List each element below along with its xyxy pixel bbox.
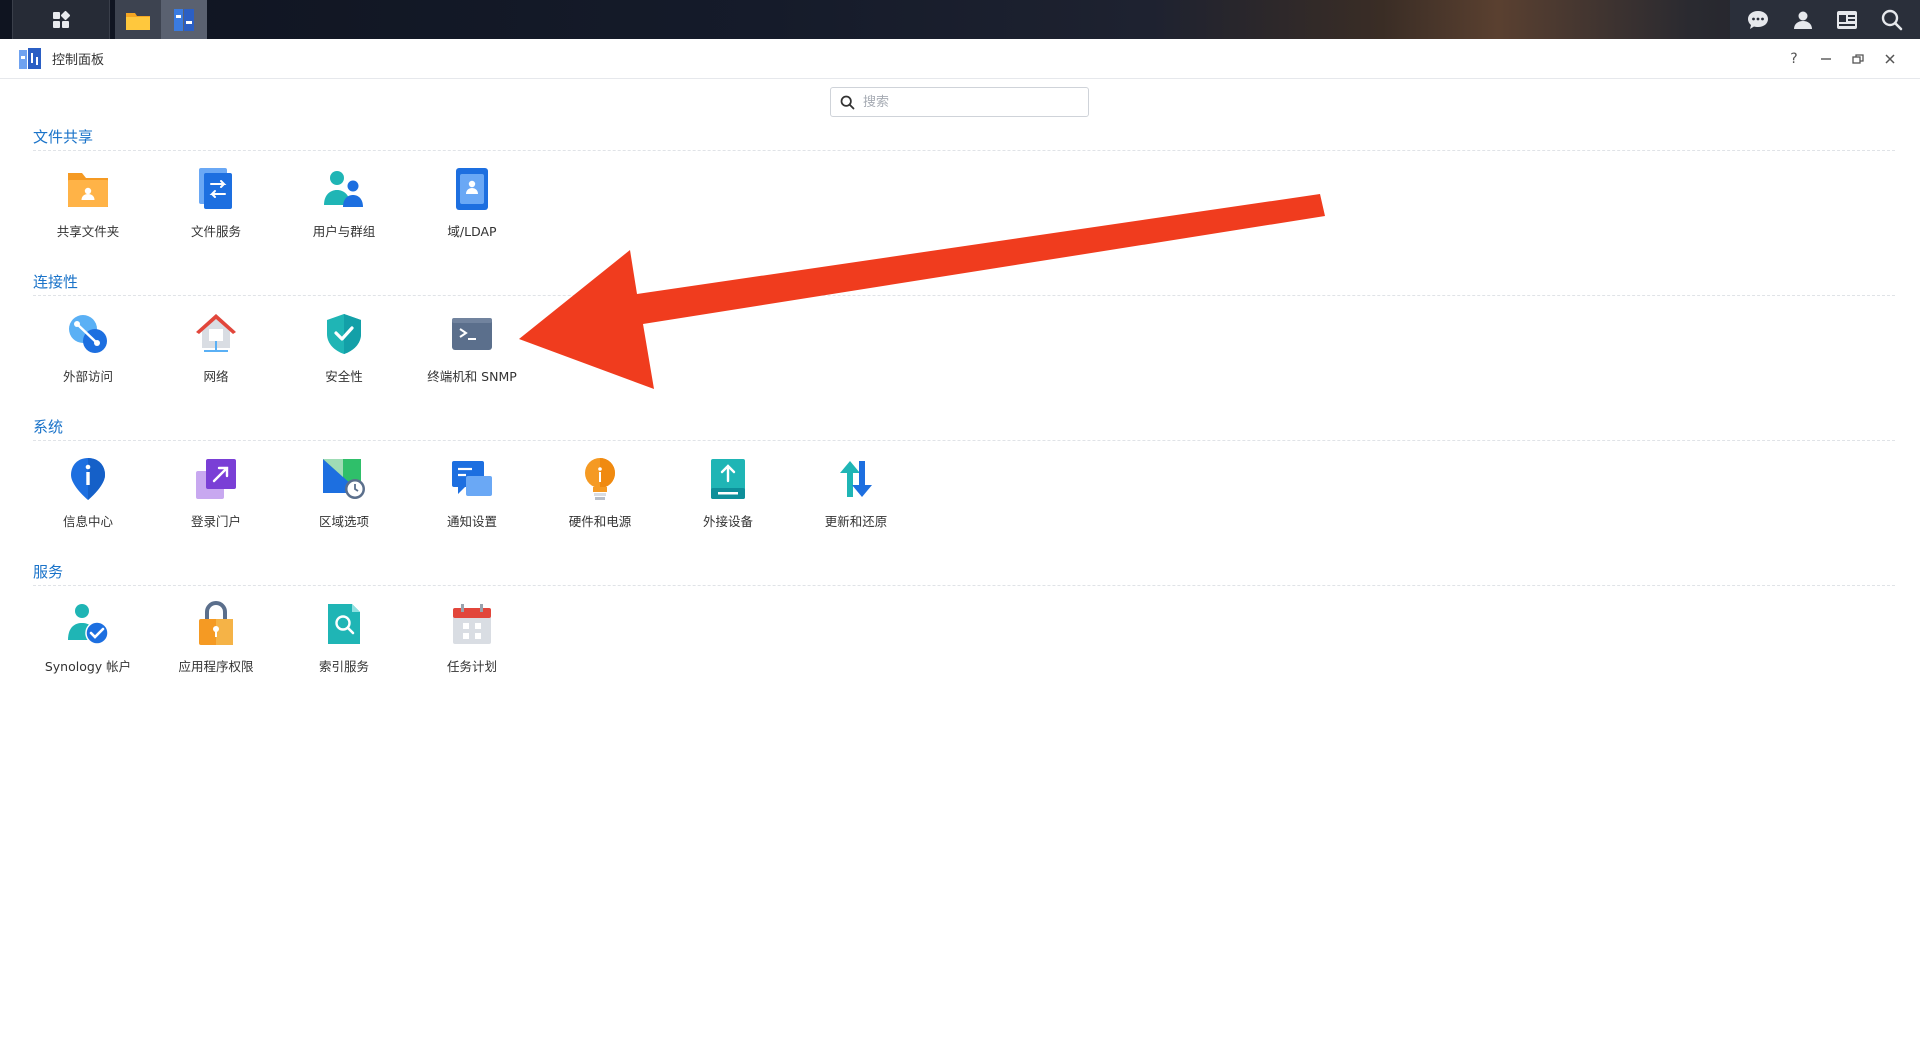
help-icon: ?: [1790, 50, 1798, 67]
restore-icon: [1852, 53, 1864, 64]
task-scheduler-icon: [448, 600, 496, 648]
control-panel-icon: [19, 47, 41, 69]
hardware-power-icon: [576, 455, 624, 503]
item-login-portal[interactable]: 登录门户: [152, 455, 280, 561]
item-label: Synology 帐户: [44, 659, 132, 674]
item-security[interactable]: 安全性: [280, 310, 408, 416]
search-field[interactable]: [830, 87, 1089, 117]
item-indexing-service[interactable]: 索引服务: [280, 600, 408, 706]
synology-account-icon: [64, 600, 112, 648]
control-panel-window: 控制面板 ? 文件共享: [0, 39, 1920, 1060]
section-divider: [33, 295, 1895, 296]
search-icon: [840, 95, 855, 109]
main-menu-button[interactable]: [12, 0, 110, 39]
section-file-sharing: 文件共享 共享文件夹 文件服务 用户与群组 域/LDAP: [33, 126, 1895, 271]
help-button[interactable]: ?: [1778, 43, 1810, 75]
folder-icon: [126, 12, 150, 30]
item-domain-ldap[interactable]: 域/LDAP: [408, 165, 536, 271]
minimize-button[interactable]: [1810, 43, 1842, 75]
item-label: 硬件和电源: [568, 514, 632, 529]
item-synology-account[interactable]: Synology 帐户: [24, 600, 152, 706]
item-external-access[interactable]: 外部访问: [24, 310, 152, 416]
external-access-icon: [64, 310, 112, 358]
item-label: 信息中心: [62, 514, 113, 529]
item-network[interactable]: 网络: [152, 310, 280, 416]
item-file-services[interactable]: 文件服务: [152, 165, 280, 271]
section-divider: [33, 440, 1895, 441]
chat-icon[interactable]: [1744, 6, 1772, 34]
grid-icon: [53, 10, 71, 28]
window-title: 控制面板: [52, 53, 105, 68]
shared-folder-icon: [64, 165, 112, 213]
minimize-icon: [1821, 57, 1831, 60]
indexing-service-icon: [320, 600, 368, 648]
item-info-center[interactable]: 信息中心: [24, 455, 152, 561]
section-services: 服务 Synology 帐户 应用程序权限 索引服务 任务计划: [33, 561, 1895, 706]
section-divider: [33, 585, 1895, 586]
item-label: 通知设置: [446, 514, 497, 529]
external-devices-icon: [704, 455, 752, 503]
item-update-restore[interactable]: 更新和还原: [792, 455, 920, 561]
item-label: 共享文件夹: [56, 224, 120, 239]
item-label: 域/LDAP: [447, 224, 497, 239]
item-label: 更新和还原: [824, 514, 888, 529]
taskbar-file-station[interactable]: [115, 0, 161, 39]
item-terminal-snmp[interactable]: 终端机和 SNMP: [408, 310, 536, 416]
item-label: 终端机和 SNMP: [427, 369, 517, 384]
item-label: 登录门户: [190, 514, 241, 529]
close-button[interactable]: [1874, 43, 1906, 75]
domain-ldap-icon: [448, 165, 496, 213]
widgets-icon[interactable]: [1833, 6, 1861, 34]
item-regional-options[interactable]: 区域选项: [280, 455, 408, 561]
item-label: 网络: [203, 369, 229, 384]
item-label: 文件服务: [190, 224, 241, 239]
close-icon: [1885, 53, 1895, 64]
regional-options-icon: [320, 455, 368, 503]
section-title: 连接性: [33, 273, 79, 291]
item-label: 索引服务: [318, 659, 369, 674]
info-center-icon: [64, 455, 112, 503]
item-app-privileges[interactable]: 应用程序权限: [152, 600, 280, 706]
section-title: 服务: [33, 563, 64, 581]
login-portal-icon: [192, 455, 240, 503]
item-label: 外接设备: [702, 514, 753, 529]
item-label: 用户与群组: [312, 224, 376, 239]
file-services-icon: [192, 165, 240, 213]
item-label: 安全性: [325, 369, 363, 384]
section-connectivity: 连接性 外部访问 网络 安全性 终端机和 SNMP: [33, 271, 1895, 416]
control-panel-icon: [174, 8, 194, 31]
taskbar-right-tray: [1730, 0, 1920, 39]
window-titlebar[interactable]: 控制面板 ?: [0, 39, 1920, 79]
restore-button[interactable]: [1842, 43, 1874, 75]
section-title: 文件共享: [33, 128, 94, 146]
item-label: 任务计划: [446, 659, 497, 674]
section-divider: [33, 150, 1895, 151]
security-icon: [320, 310, 368, 358]
search-icon[interactable]: [1878, 6, 1906, 34]
panel-content: 文件共享 共享文件夹 文件服务 用户与群组 域/LDAP 连接性 外部访问 网络…: [0, 126, 1900, 706]
item-user-group[interactable]: 用户与群组: [280, 165, 408, 271]
item-shared-folder[interactable]: 共享文件夹: [24, 165, 152, 271]
item-external-devices[interactable]: 外接设备: [664, 455, 792, 561]
network-icon: [192, 310, 240, 358]
app-privileges-icon: [192, 600, 240, 648]
item-label: 应用程序权限: [178, 659, 254, 674]
user-icon[interactable]: [1789, 6, 1817, 34]
update-restore-icon: [832, 455, 880, 503]
terminal-snmp-icon: [448, 310, 496, 358]
item-label: 区域选项: [318, 514, 369, 529]
taskbar: [0, 0, 1920, 39]
section-system: 系统 信息中心 登录门户 区域选项 通知设置 硬件和电源 外接设备 更新和还原: [33, 416, 1895, 561]
item-notification[interactable]: 通知设置: [408, 455, 536, 561]
item-task-scheduler[interactable]: 任务计划: [408, 600, 536, 706]
search-input[interactable]: [861, 93, 1075, 111]
item-hardware-power[interactable]: 硬件和电源: [536, 455, 664, 561]
user-group-icon: [320, 165, 368, 213]
item-label: 外部访问: [62, 369, 113, 384]
section-title: 系统: [33, 418, 64, 436]
notification-icon: [448, 455, 496, 503]
taskbar-control-panel[interactable]: [161, 0, 207, 39]
